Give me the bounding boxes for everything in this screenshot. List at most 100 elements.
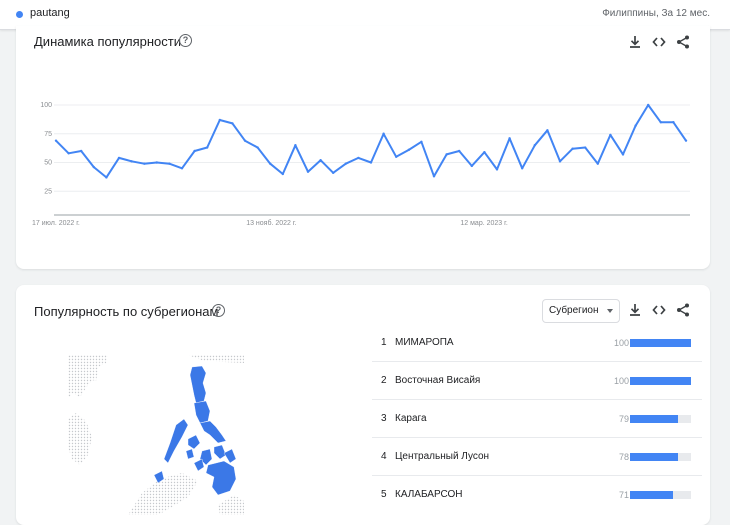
data-point[interactable] (546, 129, 549, 132)
region-rank: 5 (381, 489, 387, 500)
data-point[interactable] (344, 162, 347, 165)
region-bar-fill (630, 415, 679, 423)
subregion-row-2[interactable]: 2 Восточная Висайя 100 (372, 362, 702, 400)
x-tick-label: 12 мар. 2023 г. (460, 220, 507, 227)
region-value: 78 (618, 452, 629, 462)
subregion-list: 1 МИМАРОПА 100 2 Восточная Висайя 100 3 … (372, 324, 702, 513)
region-name: Восточная Висайя (395, 375, 481, 386)
data-point[interactable] (420, 140, 423, 143)
subregion-row-1[interactable]: 1 МИМАРОПА 100 (372, 324, 702, 362)
region-bar-fill (630, 339, 691, 347)
data-point[interactable] (117, 156, 121, 160)
region-bar-track (630, 453, 691, 461)
region-name: Карага (395, 413, 427, 424)
data-point[interactable] (80, 149, 83, 153)
neighbor-land-shape (68, 355, 108, 399)
data-point[interactable] (67, 152, 70, 155)
data-point[interactable] (458, 149, 461, 153)
resolution-select[interactable]: Субрегион (542, 299, 620, 323)
data-point[interactable] (508, 137, 511, 140)
data-point[interactable] (218, 118, 221, 122)
region-bar-fill (630, 453, 678, 461)
subregion-row-4[interactable]: 4 Центральный Лусон 78 (372, 438, 702, 476)
region-period-label: Филиппины, За 12 мес. (602, 8, 710, 19)
data-point[interactable] (231, 122, 234, 125)
data-point[interactable] (155, 161, 158, 164)
data-point[interactable] (130, 160, 133, 163)
data-point[interactable] (533, 144, 536, 147)
region-value: 71 (618, 490, 629, 500)
data-point[interactable] (256, 146, 259, 149)
subregion-row-5[interactable]: 5 КАЛАБАРСОН 71 (372, 476, 702, 513)
data-point[interactable] (92, 165, 96, 169)
interest-over-time-card: Динамика популярности ? 25 50 75 100 17 июл.… (16, 26, 710, 269)
data-point[interactable] (596, 162, 599, 165)
data-point[interactable] (659, 121, 662, 124)
region-name: Центральный Лусон (395, 451, 490, 462)
region-card-title: Популярность по субрегионам (34, 304, 219, 319)
series-line (55, 104, 687, 179)
data-point[interactable] (558, 160, 562, 163)
data-point[interactable] (483, 150, 486, 154)
interest-line-chart: 25 50 75 100 17 июл. 2022 г. 13 нояб. 2022 г.… (32, 102, 690, 227)
data-point[interactable] (634, 124, 637, 127)
data-point[interactable] (609, 133, 612, 137)
data-point[interactable] (445, 153, 448, 156)
region-bar-track (630, 339, 691, 347)
data-point[interactable] (319, 159, 322, 162)
data-point[interactable] (672, 121, 675, 124)
data-point[interactable] (54, 139, 58, 142)
data-point[interactable] (647, 103, 650, 107)
y-tick-label: 50 (44, 160, 52, 167)
data-point[interactable] (180, 167, 184, 170)
x-tick-label: 17 июл. 2022 г. (32, 220, 80, 227)
data-point[interactable] (105, 176, 108, 179)
term-color-dot (16, 11, 23, 18)
interest-by-subregion-card: Популярность по субрегионам ? Субрегион (16, 285, 710, 525)
data-point[interactable] (306, 170, 310, 173)
data-point[interactable] (470, 164, 473, 168)
neighbor-land-shape (68, 413, 92, 465)
data-point[interactable] (281, 172, 284, 176)
download-icon[interactable] (627, 302, 643, 318)
data-point[interactable] (294, 144, 297, 147)
share-icon[interactable] (675, 302, 691, 318)
region-bar-track (630, 415, 691, 423)
data-point[interactable] (621, 153, 625, 156)
y-tick-label: 25 (44, 188, 52, 195)
data-point[interactable] (168, 162, 171, 165)
region-value: 100 (613, 376, 629, 386)
data-point[interactable] (495, 168, 499, 171)
data-point[interactable] (369, 161, 373, 164)
data-point[interactable] (521, 167, 524, 170)
data-point[interactable] (243, 139, 247, 142)
data-point[interactable] (684, 139, 688, 142)
search-term-label: pautang (30, 7, 70, 19)
embed-code-icon[interactable] (651, 302, 667, 318)
data-point[interactable] (407, 148, 410, 152)
data-point[interactable] (193, 149, 196, 153)
data-point[interactable] (357, 156, 360, 160)
region-value: 100 (613, 338, 629, 348)
subregion-map[interactable] (68, 355, 244, 515)
philippines-regions[interactable] (153, 365, 237, 496)
y-tick-label: 75 (44, 131, 52, 138)
data-point[interactable] (395, 155, 398, 158)
data-point[interactable] (269, 162, 272, 165)
help-circle-icon[interactable]: ? (212, 304, 225, 317)
region-name: МИМАРОПА (395, 337, 454, 348)
data-point[interactable] (382, 132, 385, 135)
region-rank: 2 (381, 375, 387, 386)
region-rank: 3 (381, 413, 387, 424)
data-point[interactable] (206, 146, 209, 149)
data-point[interactable] (432, 175, 436, 178)
data-point[interactable] (584, 146, 587, 149)
data-point[interactable] (143, 162, 146, 165)
chevron-down-icon (607, 309, 613, 313)
region-rank: 1 (381, 337, 387, 348)
region-rank: 4 (381, 451, 387, 462)
subregion-row-3[interactable]: 3 Карага 79 (372, 400, 702, 438)
resolution-select-label: Субрегион (549, 305, 599, 316)
data-point[interactable] (332, 171, 335, 175)
data-point[interactable] (571, 147, 574, 150)
